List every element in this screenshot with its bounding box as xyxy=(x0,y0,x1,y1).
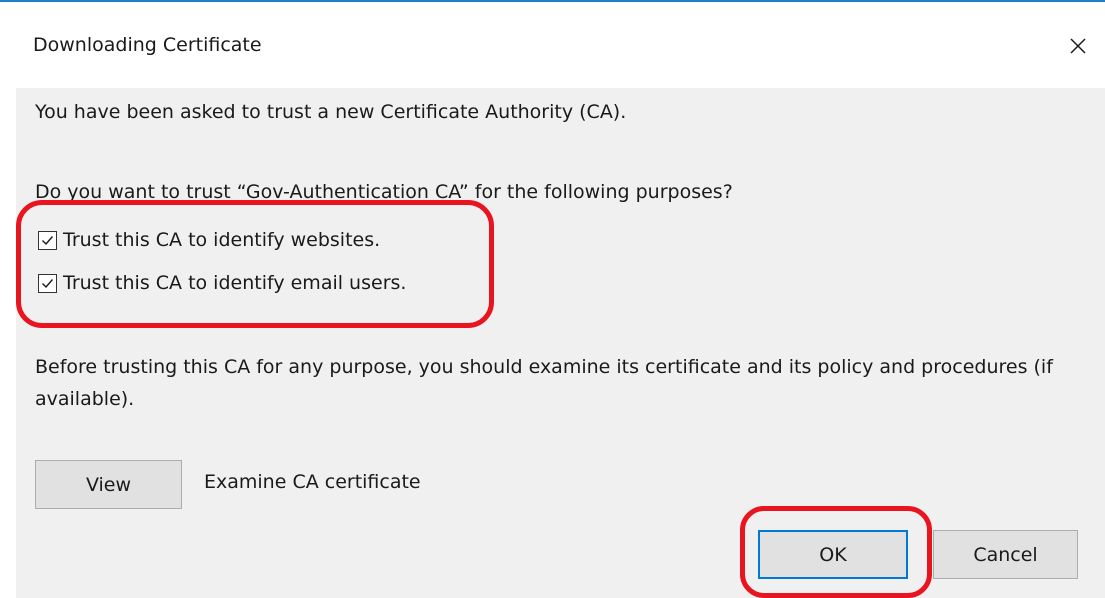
trust-email-checkbox[interactable] xyxy=(38,273,57,293)
trust-websites-checkbox[interactable] xyxy=(38,230,57,250)
trust-question: Do you want to trust “Gov-Authentication… xyxy=(35,181,733,203)
view-button[interactable]: View xyxy=(35,460,182,509)
view-description: Examine CA certificate xyxy=(204,471,421,493)
ok-button[interactable]: OK xyxy=(758,530,908,579)
dialog-title: Downloading Certificate xyxy=(33,34,262,56)
trust-websites-label: Trust this CA to identify websites. xyxy=(63,229,381,251)
close-button[interactable] xyxy=(1060,28,1096,64)
trust-websites-option[interactable]: Trust this CA to identify websites. xyxy=(38,225,380,255)
examine-note: Before trusting this CA for any purpose,… xyxy=(35,356,1053,410)
cancel-button[interactable]: Cancel xyxy=(933,530,1078,579)
close-icon xyxy=(1070,38,1086,54)
checkmark-icon xyxy=(42,278,54,288)
trust-email-label: Trust this CA to identify email users. xyxy=(63,272,407,294)
dialog-titlebar: Downloading Certificate xyxy=(0,2,1105,88)
checkmark-icon xyxy=(42,235,54,245)
intro-text: You have been asked to trust a new Certi… xyxy=(35,101,627,123)
trust-email-option[interactable]: Trust this CA to identify email users. xyxy=(38,268,406,298)
dialog-body xyxy=(16,88,1105,598)
